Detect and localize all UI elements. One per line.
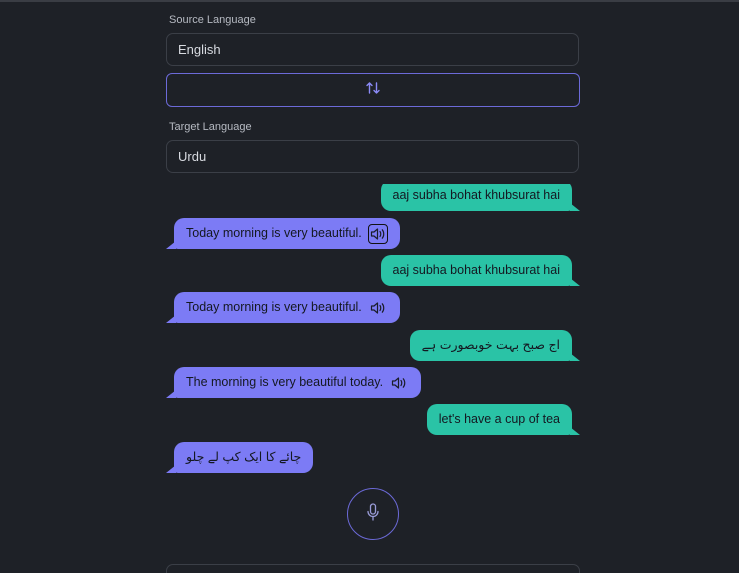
message-text: اج صبح بہت خوبصورت ہے xyxy=(421,338,560,352)
window-top-border xyxy=(0,0,739,2)
message-translation: Today morning is very beautiful. xyxy=(166,292,400,323)
source-language-label: Source Language xyxy=(169,14,256,26)
conversation-list[interactable]: aaj subha bohat khubsurat hai Today morn… xyxy=(166,184,580,480)
message-text: let's have a cup of tea xyxy=(438,412,560,426)
speaker-icon[interactable] xyxy=(368,298,388,318)
speaker-icon[interactable] xyxy=(367,223,388,244)
message-text: Today morning is very beautiful. xyxy=(186,300,362,314)
message-text: aaj subha bohat khubsurat hai xyxy=(392,188,561,202)
target-language-value: Urdu xyxy=(178,149,207,164)
message-user: اج صبح بہت خوبصورت ہے xyxy=(409,330,580,361)
swap-languages-button[interactable] xyxy=(166,73,580,107)
message-translation: چائے کا ایک کپ لے چلو xyxy=(166,442,314,473)
message-translation: The morning is very beautiful today. xyxy=(166,367,422,398)
record-button[interactable] xyxy=(347,488,399,540)
message-user: let's have a cup of tea xyxy=(426,404,580,435)
target-language-select[interactable]: Urdu xyxy=(166,140,579,173)
message-text: The morning is very beautiful today. xyxy=(186,375,384,389)
target-language-label: Target Language xyxy=(169,121,252,133)
source-language-value: English xyxy=(178,42,221,57)
message-text: Today morning is very beautiful. xyxy=(186,226,362,240)
message-user: aaj subha bohat khubsurat hai xyxy=(380,184,580,211)
text-input-area[interactable] xyxy=(166,564,580,573)
microphone-icon xyxy=(366,502,380,526)
message-text: چائے کا ایک کپ لے چلو xyxy=(186,450,302,464)
message-text: aaj subha bohat khubsurat hai xyxy=(392,263,561,277)
speaker-icon[interactable] xyxy=(389,373,409,393)
source-language-select[interactable]: English xyxy=(166,33,579,66)
swap-vertical-icon xyxy=(365,80,381,101)
message-translation: Today morning is very beautiful. xyxy=(166,218,400,249)
message-user: aaj subha bohat khubsurat hai xyxy=(380,255,580,286)
